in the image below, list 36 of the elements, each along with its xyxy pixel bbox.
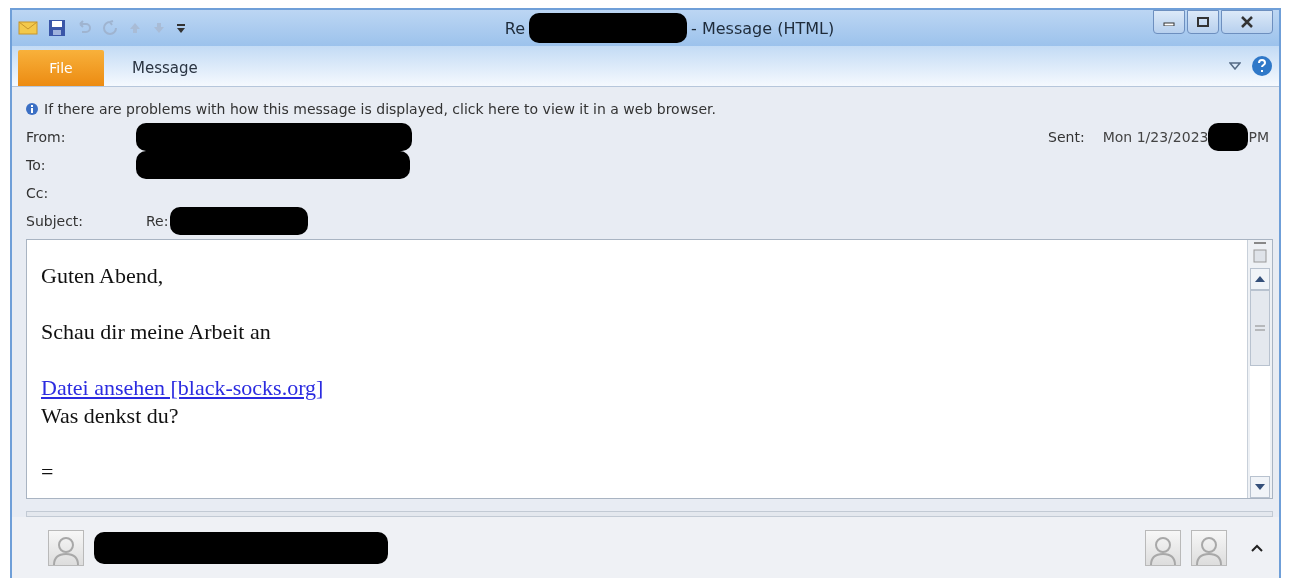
- close-icon: [1240, 16, 1254, 28]
- message-text: =: [41, 459, 54, 484]
- ribbon-tab[interactable]: Message: [108, 50, 222, 86]
- down-triangle-icon: [1255, 484, 1265, 490]
- expand-caret-icon[interactable]: [1251, 543, 1263, 552]
- field-label: From:: [26, 129, 67, 145]
- save-icon[interactable]: [48, 19, 66, 37]
- scrollbar-thumb[interactable]: [1250, 290, 1270, 366]
- message-link[interactable]: Datei ansehen [black-socks.org]: [41, 375, 324, 400]
- maximize-icon: [1197, 17, 1209, 27]
- redaction-block: [1208, 123, 1249, 151]
- scroll-down-button[interactable]: [1250, 476, 1270, 498]
- subject-prefix: Re:: [146, 213, 169, 229]
- sent-time-suffix: PM: [1248, 129, 1269, 145]
- field-label: To:: [26, 157, 47, 173]
- window-title: - Message (HTML): [691, 18, 835, 38]
- field-label: Subject:: [26, 213, 85, 229]
- sent-date: Mon 1/23/2023: [1102, 129, 1209, 145]
- scroll-up-button[interactable]: [1250, 268, 1270, 290]
- info-icon: [26, 103, 38, 115]
- message-text: Schau dir meine Arbeit an: [41, 319, 271, 344]
- message-text: Was denkst du?: [41, 403, 179, 428]
- info-bar-text[interactable]: If there are problems with how this message is displayed, click here to view it in a web browser.: [44, 101, 716, 117]
- up-triangle-icon: [1255, 276, 1265, 282]
- person-avatar-icon: [1145, 529, 1181, 566]
- collapse-ribbon-icon[interactable]: [1229, 62, 1241, 70]
- close-button[interactable]: [1221, 10, 1273, 34]
- sent-label: Sent:: [1048, 129, 1085, 145]
- maximize-button[interactable]: [1187, 10, 1219, 34]
- help-icon[interactable]: [1251, 55, 1273, 77]
- field-label: Cc:: [26, 185, 50, 201]
- person-avatar-icon: [1191, 529, 1227, 566]
- customize-icon[interactable]: [176, 22, 186, 34]
- window-title: Re: [504, 18, 526, 38]
- message-text: Guten Abend,: [41, 263, 164, 288]
- person-avatar-icon: [48, 529, 84, 566]
